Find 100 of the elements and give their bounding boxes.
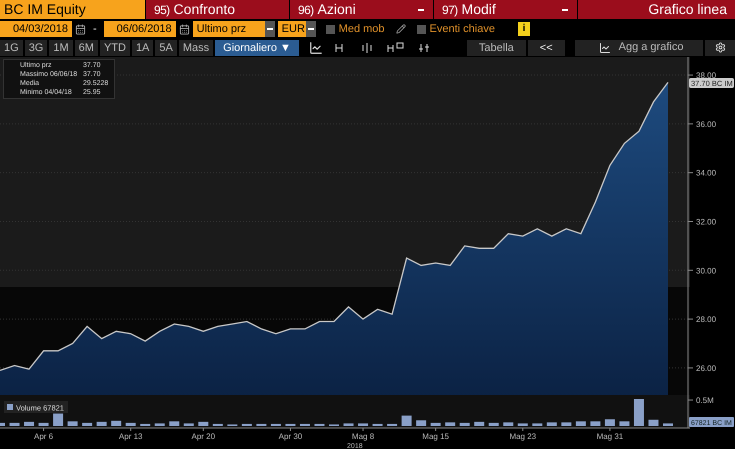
volume-bar [10, 422, 20, 426]
start-date-field[interactable]: 04/03/2018 [0, 21, 72, 37]
volume-bar [430, 422, 441, 426]
volume-bar [300, 424, 310, 426]
range-button[interactable]: 1G [0, 40, 23, 56]
security-field[interactable]: BC IM Equity [0, 0, 145, 19]
calendar-icon[interactable] [75, 24, 86, 34]
volume-bar [576, 421, 586, 426]
volume-bar [154, 423, 165, 426]
caret-icon [417, 6, 425, 12]
add-to-chart-button[interactable]: Agg a grafico [574, 40, 704, 56]
volume-bar [344, 423, 354, 426]
action-label: Azioni [318, 0, 356, 19]
info-button[interactable]: i [518, 22, 530, 36]
x-axis-label: Apr 20 [192, 432, 216, 441]
range-button[interactable]: 5A [155, 40, 177, 56]
volume-bar [518, 423, 528, 426]
currency-dropdown[interactable]: EUR [278, 21, 306, 37]
volume-bar [372, 424, 383, 426]
y-axis-label: 32.00 [696, 217, 716, 226]
volume-bar [532, 423, 542, 426]
volume-bar [256, 424, 266, 426]
action-label: Modif [462, 0, 496, 19]
volume-bar [24, 422, 34, 426]
x-axis-label: Apr 13 [118, 432, 142, 441]
range-button[interactable]: 1M [49, 40, 73, 56]
caret-icon [306, 26, 315, 32]
field-dropdown[interactable]: Ultimo prz [192, 21, 265, 37]
volume-bar [68, 421, 78, 426]
y-axis-label: 26.00 [696, 364, 716, 373]
table-button[interactable]: Tabella [466, 40, 526, 56]
volume-bar [126, 422, 136, 426]
volume-bar [663, 423, 673, 426]
range-button[interactable]: 1A [132, 40, 154, 56]
volume-bar [96, 422, 107, 426]
frequency-dropdown[interactable]: Giornaliero ▼ [215, 40, 299, 56]
y-axis-label: 0.5M [696, 396, 714, 406]
action-menu-button[interactable]: 97) Modif [434, 0, 577, 19]
volume-bar [474, 422, 484, 426]
volume-bar [590, 421, 600, 426]
volume-bar [314, 424, 324, 426]
x-axis-label: Mag 23 [509, 432, 536, 441]
line-chart-icon[interactable] [308, 40, 323, 54]
pencil-icon[interactable] [396, 24, 406, 34]
volume-bar [53, 414, 64, 426]
x-axis-label: Mag 31 [596, 432, 624, 441]
action-menu-button[interactable]: 95) Confronto [146, 0, 289, 19]
date-separator: - [92, 22, 98, 37]
caret-icon [561, 6, 569, 12]
volume-bar [184, 423, 194, 426]
action-menu-button[interactable]: 96) Azioni [290, 0, 433, 19]
volume-bar [634, 399, 644, 426]
range-button[interactable]: Mass [178, 40, 214, 56]
checkbox[interactable] [326, 24, 335, 34]
caret-icon [266, 26, 274, 32]
volume-bar [561, 422, 572, 426]
range-button[interactable]: YTD [100, 40, 130, 56]
collapse-button[interactable]: << [528, 40, 565, 56]
range-button[interactable]: 3G [24, 40, 48, 56]
settings-icon [714, 42, 726, 53]
y-axis-label: 28.00 [696, 315, 716, 324]
checkbox-label: Eventi chiave [430, 22, 495, 37]
x-axis-label: Mag 15 [422, 432, 449, 441]
action-label: Confronto [174, 0, 236, 19]
action-number: 96) [298, 2, 314, 18]
calendar-icon[interactable] [178, 24, 190, 34]
volume-bar [111, 420, 122, 426]
volume-bar [503, 422, 514, 426]
x-axis-label: Apr 6 [34, 432, 54, 441]
settings-button[interactable] [705, 40, 735, 56]
volume-bar [270, 424, 281, 426]
y-axis-label: 36.00 [696, 120, 716, 129]
checkbox-label: Med mob [338, 22, 385, 37]
y-axis-label: 38.00 [696, 71, 716, 80]
volume-bar [0, 422, 5, 426]
volume-bar [460, 422, 470, 426]
volume-bar [488, 422, 499, 426]
volume-bar [546, 422, 557, 426]
chart-icon [598, 42, 611, 54]
end-date-field[interactable]: 06/06/2018 [104, 21, 176, 37]
view-title: Grafico linea [578, 0, 735, 19]
volume-bar [285, 424, 296, 426]
volume-bar [619, 421, 630, 426]
range-button[interactable]: 6M [74, 40, 98, 56]
volume-bar [82, 422, 92, 426]
volume-bar [387, 424, 398, 426]
volume-bar [242, 424, 252, 426]
volume-bar [402, 416, 412, 426]
volume-bar [212, 424, 223, 426]
action-number: 95) [154, 2, 170, 18]
volume-bar [140, 424, 150, 426]
volume-bar [198, 422, 208, 426]
action-number: 97) [442, 2, 458, 18]
volume-bar [38, 422, 49, 426]
x-axis-label: Apr 30 [278, 432, 302, 441]
volume-bar [445, 422, 456, 426]
volume-bar [169, 421, 180, 426]
checkbox[interactable] [416, 24, 426, 34]
x-axis-label: Mag 8 [352, 432, 374, 441]
volume-bar [358, 423, 368, 426]
